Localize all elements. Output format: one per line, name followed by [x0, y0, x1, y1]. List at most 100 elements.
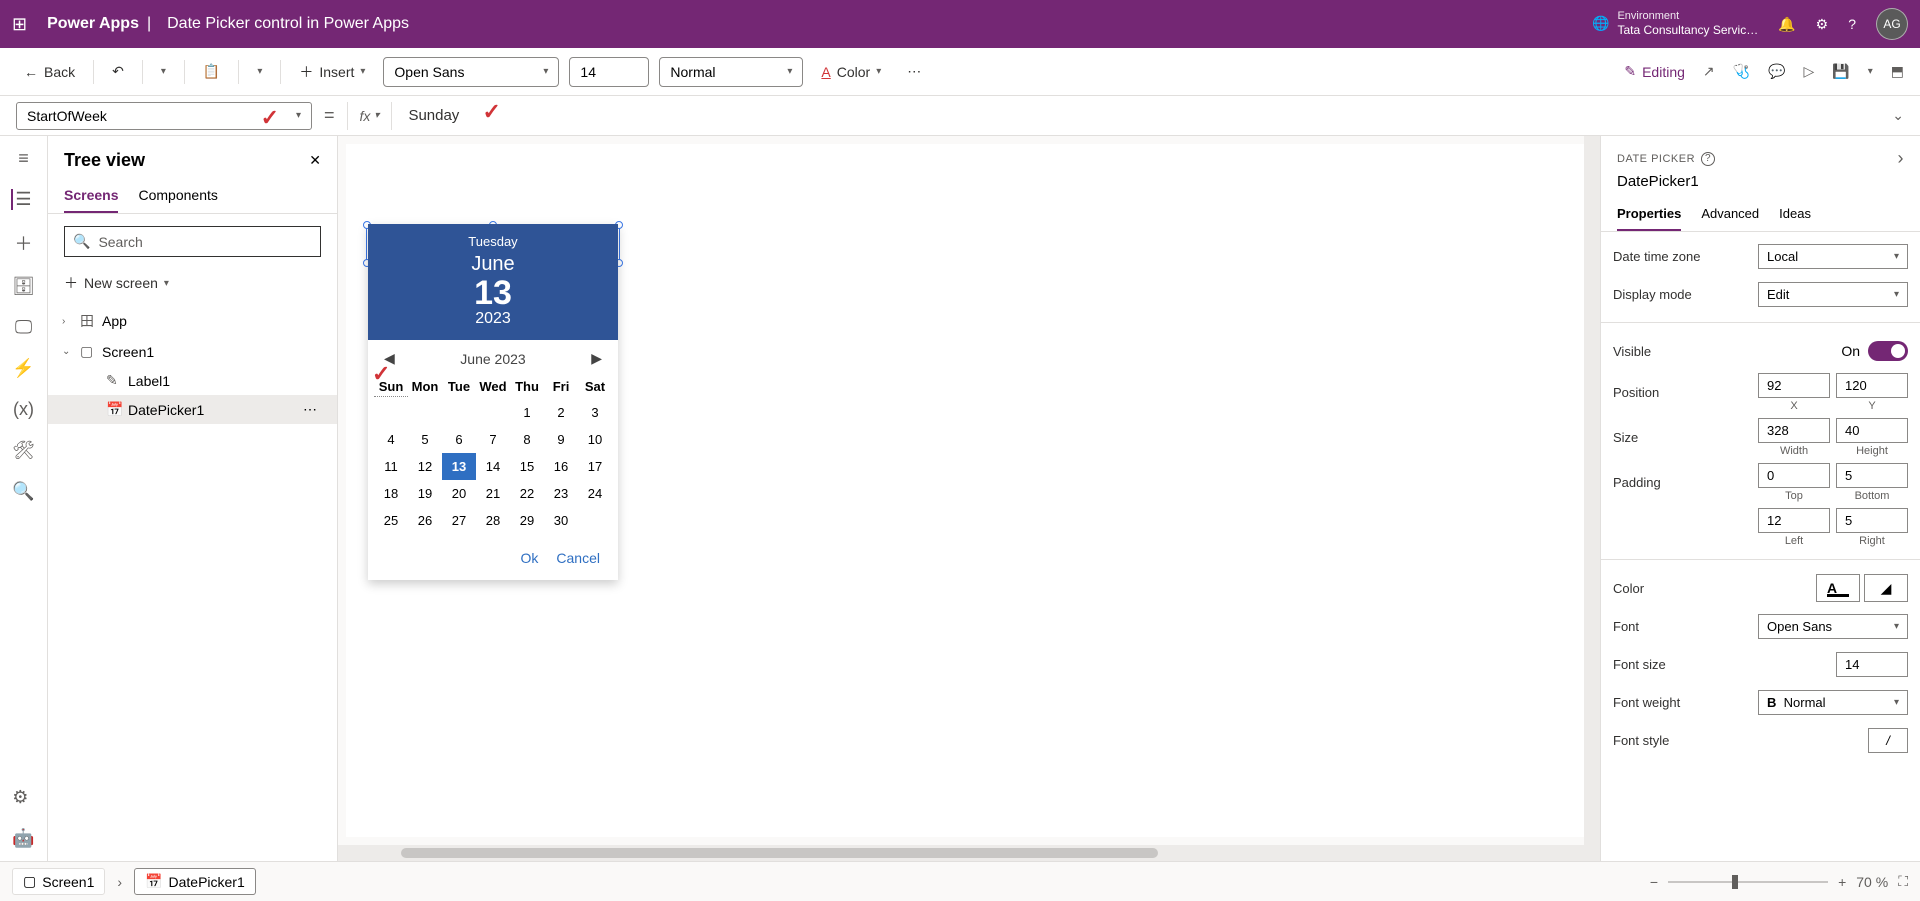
padding-bottom-input[interactable]: 5 — [1836, 463, 1908, 488]
settings-rail-icon[interactable]: ⚙ — [12, 787, 34, 808]
calendar-day[interactable]: 4 — [374, 426, 408, 453]
new-screen-button[interactable]: ＋ New screen ▾ — [48, 269, 337, 305]
tab-advanced[interactable]: Advanced — [1701, 198, 1759, 231]
calendar-day[interactable]: 8 — [510, 426, 544, 453]
font-weight-select[interactable]: Normal▾ — [659, 57, 803, 87]
calendar-day[interactable]: 6 — [442, 426, 476, 453]
calendar-day[interactable]: 29 — [510, 507, 544, 534]
calendar-day[interactable]: 15 — [510, 453, 544, 480]
calendar-day[interactable]: 30 — [544, 507, 578, 534]
calendar-day[interactable]: 1 — [510, 399, 544, 426]
calendar-day[interactable]: 23 — [544, 480, 578, 507]
breadcrumb-control[interactable]: 📅 DatePicker1 — [134, 868, 256, 895]
height-input[interactable]: 40 — [1836, 418, 1908, 443]
fit-to-window-icon[interactable]: ⛶ — [1898, 873, 1908, 890]
save-icon[interactable]: 💾 — [1832, 63, 1849, 80]
font-select[interactable]: Open Sans▾ — [383, 57, 559, 87]
calendar-day[interactable]: 27 — [442, 507, 476, 534]
publish-icon[interactable]: ⬒ — [1891, 63, 1904, 80]
fill-color-picker[interactable]: ◢ — [1864, 574, 1908, 602]
formula-input[interactable]: Sunday ✓ — [404, 103, 1880, 128]
control-name[interactable]: DatePicker1 — [1601, 173, 1920, 198]
tab-ideas[interactable]: Ideas — [1779, 198, 1811, 231]
tree-item-more-icon[interactable]: ⋯ — [303, 401, 317, 418]
canvas-screen[interactable]: Tuesday June 13 2023 ◀ June 2023 ▶ Sun M… — [346, 144, 1592, 837]
position-x-input[interactable]: 92 — [1758, 373, 1830, 398]
calendar-day[interactable]: 7 — [476, 426, 510, 453]
comments-icon[interactable]: 💬 — [1768, 63, 1785, 80]
tree-search[interactable]: 🔍 Search — [64, 226, 321, 257]
zoom-in-button[interactable]: + — [1838, 874, 1846, 890]
calendar-day[interactable]: 22 — [510, 480, 544, 507]
more-commands[interactable]: ⋯ — [899, 59, 929, 84]
tree-item-screen[interactable]: ⌄▢ Screen1 — [48, 337, 337, 366]
fx-label[interactable]: fx▾ — [360, 108, 380, 124]
calendar-day[interactable]: 18 — [374, 480, 408, 507]
calendar-day[interactable]: 26 — [408, 507, 442, 534]
data-rail-icon[interactable]: 🗄 — [12, 276, 35, 297]
tab-screens[interactable]: Screens — [64, 179, 118, 213]
padding-top-input[interactable]: 0 — [1758, 463, 1830, 488]
width-input[interactable]: 328 — [1758, 418, 1830, 443]
calendar-day[interactable]: 19 — [408, 480, 442, 507]
ask-rail-icon[interactable]: 🤖 — [12, 828, 34, 849]
back-button[interactable]: ← Back — [16, 60, 83, 84]
waffle-icon[interactable]: ⊞ — [12, 14, 27, 35]
calendar-day[interactable]: 2 — [544, 399, 578, 426]
cancel-button[interactable]: Cancel — [556, 550, 600, 566]
display-mode-select[interactable]: Edit▾ — [1758, 282, 1908, 307]
visible-toggle[interactable] — [1868, 341, 1908, 361]
calendar-day[interactable]: 11 — [374, 453, 408, 480]
formula-expand-icon[interactable]: ⌄ — [1892, 107, 1904, 124]
tab-properties[interactable]: Properties — [1617, 198, 1681, 231]
calendar-day[interactable]: 16 — [544, 453, 578, 480]
editing-mode-button[interactable]: ✎ Editing — [1624, 63, 1685, 80]
tree-view-icon[interactable]: ☰ — [11, 189, 31, 210]
font-size-input-prop[interactable]: 14 — [1836, 652, 1908, 677]
calendar-day[interactable]: 14 — [476, 453, 510, 480]
zoom-out-button[interactable]: − — [1650, 874, 1658, 890]
font-style-button[interactable]: / — [1868, 728, 1908, 753]
flows-rail-icon[interactable]: ⚡ — [12, 358, 34, 379]
property-dropdown[interactable]: StartOfWeek ▾ ✓ — [16, 102, 312, 130]
gear-icon[interactable]: ⚙ — [1816, 16, 1829, 33]
variables-rail-icon[interactable]: (x) — [13, 399, 34, 420]
font-color-picker[interactable]: A — [1816, 574, 1860, 602]
calendar-day[interactable]: 12 — [408, 453, 442, 480]
font-size-input[interactable]: 14 — [569, 57, 649, 87]
calendar-day[interactable]: 9 — [544, 426, 578, 453]
ok-button[interactable]: Ok — [521, 550, 539, 566]
breadcrumb-screen[interactable]: ▢ Screen1 — [12, 868, 105, 895]
insert-rail-icon[interactable]: ＋ — [15, 230, 33, 256]
canvas-hscrollbar[interactable] — [338, 845, 1600, 861]
media-rail-icon[interactable]: 🖵 — [15, 317, 32, 338]
padding-right-input[interactable]: 5 — [1836, 508, 1908, 533]
tree-item-datepicker[interactable]: 📅 DatePicker1 ⋯ — [48, 395, 337, 424]
share-icon[interactable]: ↗ — [1703, 63, 1715, 80]
search-rail-icon[interactable]: 🔍 — [12, 481, 34, 502]
canvas-vscrollbar[interactable] — [1584, 136, 1600, 845]
paste-button[interactable]: 📋 — [195, 59, 228, 84]
position-y-input[interactable]: 120 — [1836, 373, 1908, 398]
insert-button[interactable]: ＋ Insert ▾ — [291, 58, 373, 86]
calendar-day[interactable]: 24 — [578, 480, 612, 507]
calendar-day[interactable]: 20 — [442, 480, 476, 507]
hamburger-icon[interactable]: ≡ — [18, 148, 29, 169]
save-menu[interactable]: ▾ — [1868, 66, 1873, 77]
font-color-button[interactable]: A Color ▾ — [813, 60, 889, 84]
padding-left-input[interactable]: 12 — [1758, 508, 1830, 533]
tools-rail-icon[interactable]: 🛠 — [12, 440, 35, 461]
calendar-day[interactable]: 25 — [374, 507, 408, 534]
tab-components[interactable]: Components — [138, 179, 217, 213]
play-icon[interactable]: ▷ — [1804, 63, 1815, 80]
calendar-day[interactable]: 21 — [476, 480, 510, 507]
calendar-day[interactable]: 3 — [578, 399, 612, 426]
environment-picker[interactable]: 🌐 Environment Tata Consultancy Servic… — [1592, 10, 1758, 38]
font-select-prop[interactable]: Open Sans▾ — [1758, 614, 1908, 639]
date-time-zone-select[interactable]: Local▾ — [1758, 244, 1908, 269]
app-checker-icon[interactable]: 🩺 — [1733, 63, 1750, 80]
calendar-day[interactable]: 10 — [578, 426, 612, 453]
calendar-day[interactable]: 13 — [442, 453, 476, 480]
undo-menu[interactable]: ▾ — [153, 62, 174, 81]
calendar-day[interactable]: 5 — [408, 426, 442, 453]
